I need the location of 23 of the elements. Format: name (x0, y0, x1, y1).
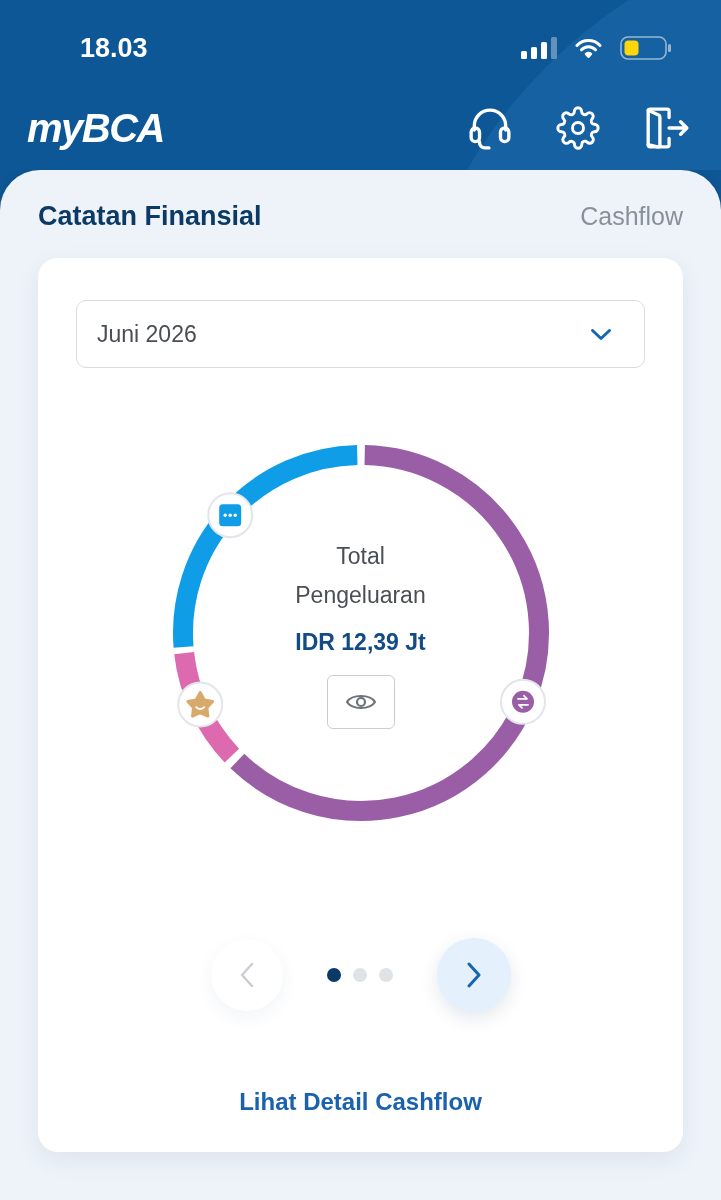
page-dot[interactable] (326, 968, 341, 982)
detail-cashflow-link[interactable]: Lihat Detail Cashflow (239, 1088, 482, 1116)
transfer-icon (499, 678, 546, 725)
chevron-down-icon (590, 327, 612, 341)
show-amount-button[interactable] (326, 675, 395, 729)
eye-icon (344, 692, 377, 712)
month-select[interactable]: Juni 2026 (76, 300, 645, 368)
headset-icon[interactable] (468, 106, 512, 150)
wifi-icon (575, 38, 602, 58)
more-icon (206, 492, 253, 539)
total-label: Total Pengeluaran (294, 542, 427, 610)
page-dot[interactable] (352, 968, 367, 982)
section-title: Catatan Finansial (38, 200, 262, 232)
app-logo: myBCA (27, 106, 164, 150)
settings-icon[interactable] (556, 106, 600, 150)
chevron-left-icon (239, 962, 254, 988)
total-amount: IDR 12,39 Jt (295, 628, 426, 657)
chevron-right-icon (466, 962, 481, 988)
page-dot[interactable] (378, 968, 393, 982)
signal-icon (521, 37, 557, 59)
battery-icon (620, 36, 672, 60)
status-time: 18.03 (80, 32, 148, 64)
logout-icon[interactable] (644, 106, 690, 150)
